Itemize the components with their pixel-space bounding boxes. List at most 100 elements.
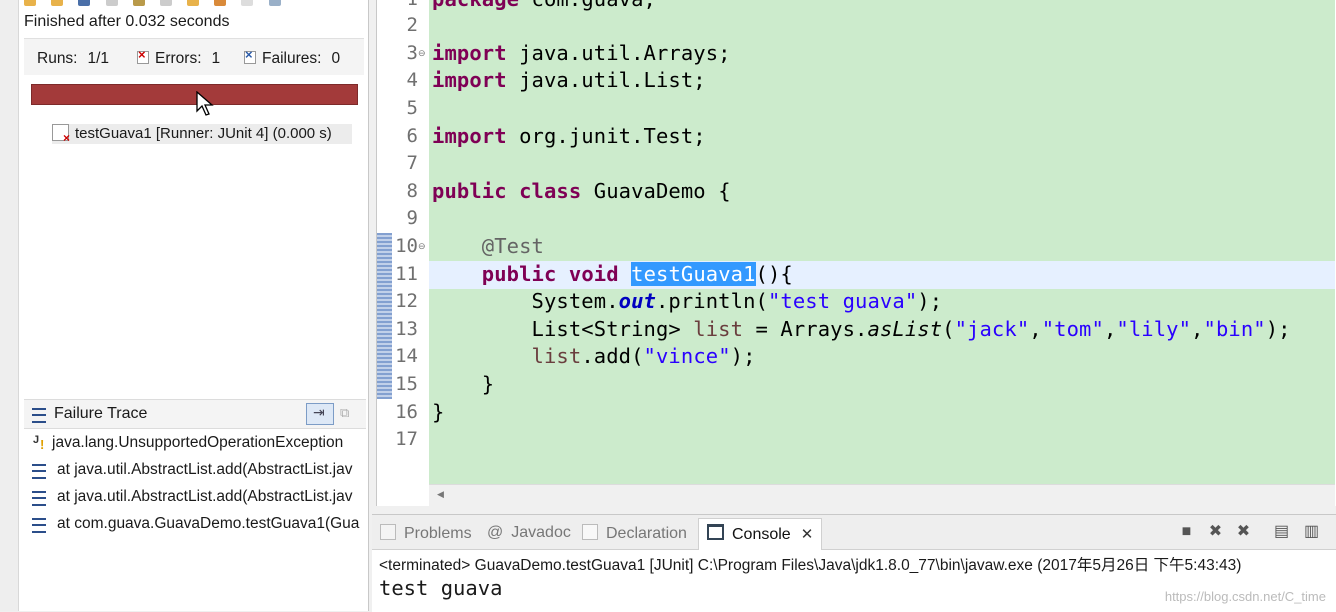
tab-declaration-label: Declaration xyxy=(606,525,687,542)
mouse-cursor-icon xyxy=(196,91,214,116)
next-failure-icon[interactable] xyxy=(24,0,36,6)
failure-trace-title: Failure Trace xyxy=(54,405,148,422)
stack-frame-icon xyxy=(32,518,46,533)
trace-text: at com.guava.GuavaDemo.testGuava1(Gua xyxy=(57,515,360,532)
test-result-item[interactable]: testGuava1 [Runner: JUnit 4] (0.000 s) xyxy=(52,124,352,145)
stack-trace-icon xyxy=(32,408,46,423)
line-number: 16 xyxy=(395,401,418,423)
runs-label: Runs: xyxy=(37,50,78,67)
horizontal-scrollbar[interactable]: ◀ xyxy=(429,484,1335,507)
rerun-test-icon[interactable] xyxy=(132,0,145,6)
code-line-11: public void testGuava1(){ xyxy=(481,262,793,286)
problems-icon xyxy=(380,524,396,540)
code-editor[interactable]: 1 2 3 4 5 6 7 8 9 10 11 12 13 14 15 16 1… xyxy=(376,0,1336,507)
test-error-icon xyxy=(52,124,70,145)
test-result-label: testGuava1 [Runner: JUnit 4] (0.000 s) xyxy=(75,125,332,142)
left-trim-strip xyxy=(0,0,19,611)
errors-counter: Errors: 1 xyxy=(137,47,221,68)
line-number: 12 xyxy=(395,290,418,312)
scroll-lock-icon[interactable] xyxy=(105,0,118,6)
junit-panel: Finished after 0.032 seconds Runs: 1/1 Er… xyxy=(0,0,369,611)
remove-all-launches-icon[interactable]: ✖ xyxy=(1236,524,1251,540)
compare-results-icon[interactable]: ⧉ xyxy=(340,405,356,421)
stop-run-icon[interactable] xyxy=(241,0,254,6)
runs-value: 1/1 xyxy=(87,50,110,67)
trace-line[interactable]: at com.guava.GuavaDemo.testGuava1(Gua xyxy=(24,513,366,535)
code-line-14: list.add("vince"); xyxy=(531,344,756,368)
filter-stack-trace-button[interactable] xyxy=(306,403,334,425)
trace-text: at java.util.AbstractList.add(AbstractLi… xyxy=(57,488,353,505)
scroll-left-icon[interactable]: ◀ xyxy=(437,489,444,500)
declaration-icon xyxy=(582,524,598,540)
stack-frame-icon xyxy=(32,491,46,506)
previous-failure-icon[interactable] xyxy=(51,0,64,6)
close-tab-icon[interactable]: ✕ xyxy=(801,526,814,543)
line-number: 5 xyxy=(406,97,418,119)
errors-value: 1 xyxy=(211,50,221,67)
trace-line[interactable]: at java.util.AbstractList.add(AbstractLi… xyxy=(24,486,366,508)
line-number: 3 xyxy=(406,42,418,64)
line-number: 13 xyxy=(395,318,418,340)
failure-trace-header: Failure Trace ⧉ xyxy=(24,399,366,429)
selected-method-name: testGuava1 xyxy=(631,262,756,286)
line-number: 9 xyxy=(406,207,418,229)
code-line-15: } xyxy=(432,372,495,396)
trace-line[interactable]: J java.lang.UnsupportedOperationExceptio… xyxy=(24,432,366,454)
tab-javadoc[interactable]: @ Javadoc xyxy=(487,524,571,542)
code-line-4: import java.util.List; xyxy=(432,68,706,92)
view-menu-icon[interactable] xyxy=(268,0,281,6)
failure-icon xyxy=(244,47,256,64)
failures-value: 0 xyxy=(331,50,341,67)
terminate-icon[interactable]: ■ xyxy=(1179,524,1194,540)
line-number: 1 xyxy=(390,0,418,10)
remove-launch-icon[interactable]: ✖ xyxy=(1208,524,1223,540)
line-number: 14 xyxy=(395,345,418,367)
console-output[interactable]: test guava xyxy=(379,576,502,600)
test-history-icon[interactable] xyxy=(214,0,227,6)
line-number: 17 xyxy=(395,428,418,450)
trace-line[interactable]: at java.util.AbstractList.add(AbstractLi… xyxy=(24,459,366,481)
code-line-6: import org.junit.Test; xyxy=(432,124,706,148)
code-line-12: System.out.println("test guava"); xyxy=(432,289,943,313)
junit-counters: Runs: 1/1 Errors: 1 Failures: 0 xyxy=(24,38,364,75)
stop-icon[interactable] xyxy=(159,0,172,6)
run-status-text: Finished after 0.032 seconds xyxy=(24,13,230,30)
console-view: Problems @ Javadoc Declaration Console ✕ ■… xyxy=(372,514,1336,612)
clear-console-icon[interactable]: ▤ xyxy=(1274,524,1289,540)
tab-javadoc-label: Javadoc xyxy=(511,524,571,541)
tab-console[interactable]: Console ✕ xyxy=(698,518,823,550)
stack-frame-icon xyxy=(32,464,46,479)
console-icon xyxy=(707,524,724,540)
line-number: 8 xyxy=(406,180,418,202)
junit-toolbar xyxy=(24,0,344,7)
trace-text: java.lang.UnsupportedOperationException xyxy=(52,434,344,451)
tab-console-label: Console xyxy=(732,526,791,543)
runs-counter: Runs: 1/1 xyxy=(37,50,109,68)
code-line-3: import java.util.Arrays; xyxy=(432,41,731,65)
tab-problems-label: Problems xyxy=(404,525,472,542)
fold-collapse-icon[interactable]: ⊖ xyxy=(418,48,426,59)
line-number: 7 xyxy=(406,152,418,174)
exception-icon: J xyxy=(33,434,45,452)
trace-text: at java.util.AbstractList.add(AbstractLi… xyxy=(57,461,353,478)
line-number: 10 xyxy=(395,235,418,257)
failures-counter: Failures: 0 xyxy=(244,47,341,68)
line-number: 2 xyxy=(406,14,418,36)
failures-label: Failures: xyxy=(262,50,322,67)
rerun-failed-first-icon[interactable] xyxy=(187,0,200,6)
test-progress-bar xyxy=(31,84,358,105)
line-number: 6 xyxy=(406,125,418,147)
line-number: 11 xyxy=(395,263,418,285)
error-icon xyxy=(137,47,149,64)
watermark: https://blog.csdn.net/C_time xyxy=(1164,589,1326,604)
code-line-10: @Test xyxy=(481,234,544,258)
tab-declaration[interactable]: Declaration xyxy=(582,524,687,543)
tab-problems[interactable]: Problems xyxy=(380,524,472,543)
code-line-1: package com.guava; xyxy=(432,0,656,11)
bottom-tab-bar: Problems @ Javadoc Declaration Console ✕ ■… xyxy=(372,515,1336,550)
code-line-13: List<String> list = Arrays.asList("jack"… xyxy=(432,317,1291,341)
scroll-lock-console-icon[interactable]: ▥ xyxy=(1304,524,1319,540)
errors-label: Errors: xyxy=(155,50,202,67)
show-failures-only-icon[interactable] xyxy=(78,0,91,6)
fold-collapse-icon[interactable]: ⊖ xyxy=(418,241,426,252)
